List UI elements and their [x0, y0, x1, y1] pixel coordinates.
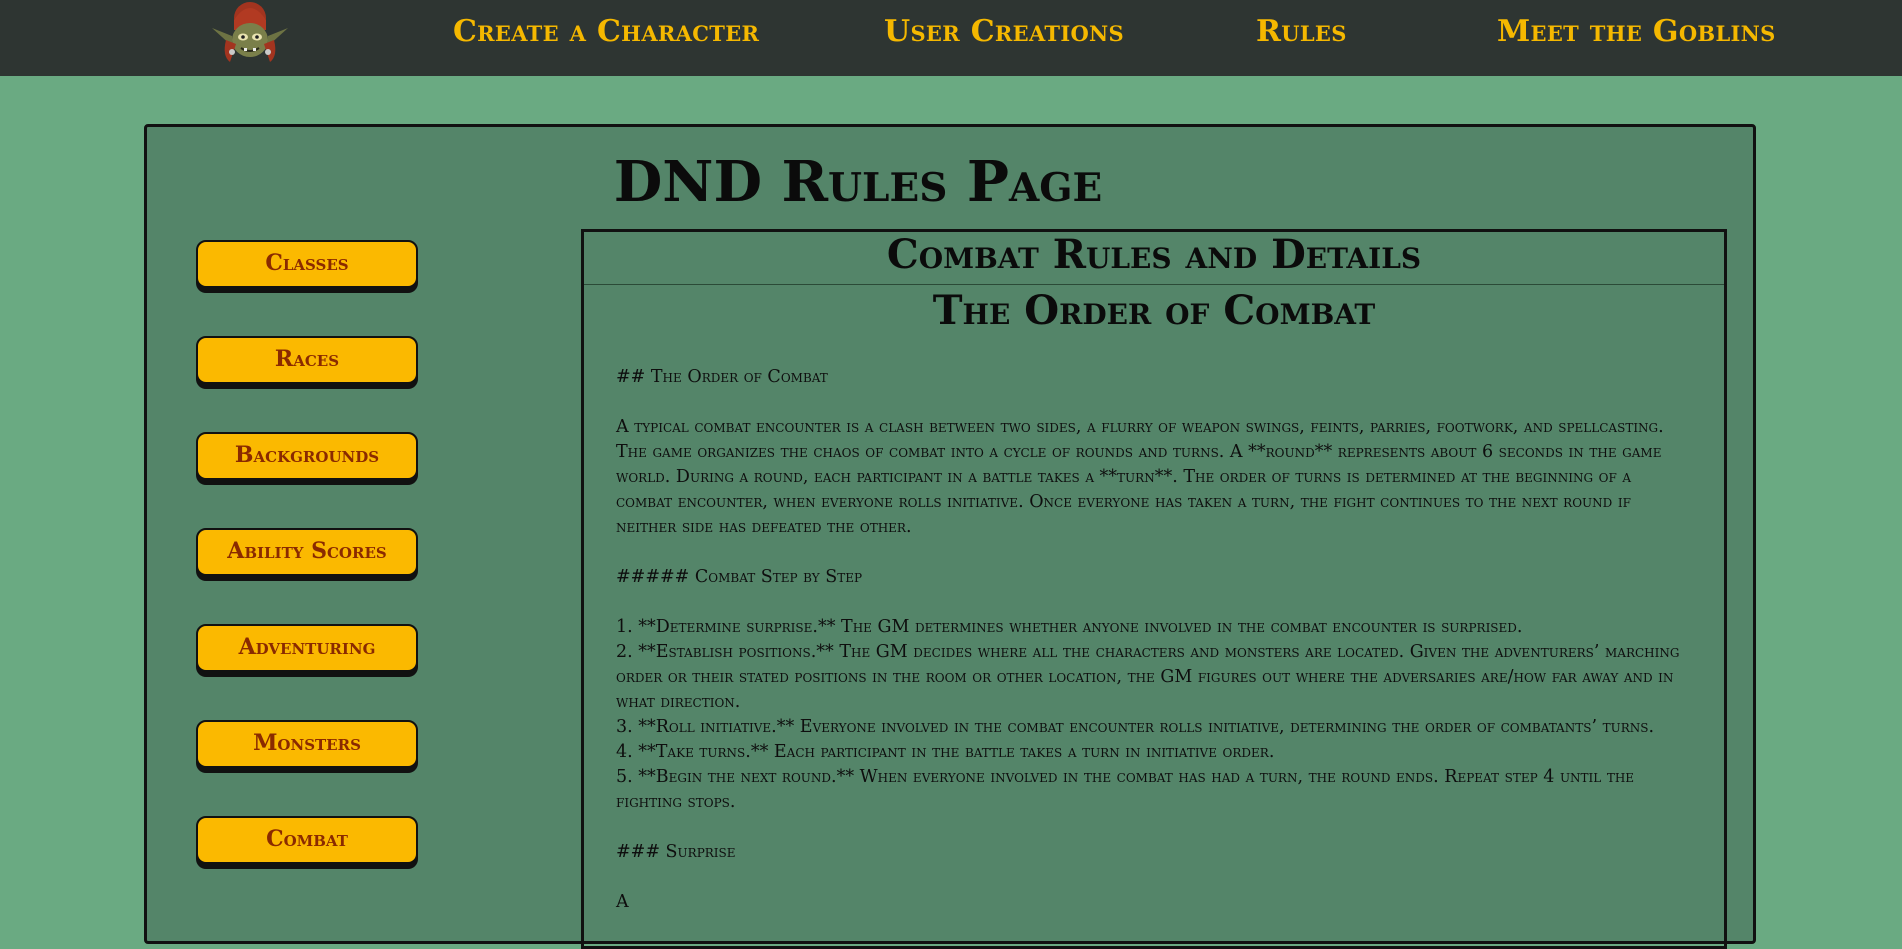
- sidebar-button-races[interactable]: Races: [196, 336, 418, 384]
- step-item: 1. **Determine surprise.** The GM determ…: [616, 617, 1523, 637]
- sidebar-button-adventuring[interactable]: Adventuring: [196, 624, 418, 672]
- nav-rules-link[interactable]: Rules: [1256, 14, 1347, 49]
- step-item: 2. **Establish positions.** The GM decid…: [616, 642, 1680, 712]
- rules-content-box[interactable]: Combat Rules and Details The Order of Co…: [581, 229, 1727, 949]
- markdown-heading-steps: ##### Combat Step by Step: [616, 567, 863, 587]
- steps-list: 1. **Determine surprise.** The GM determ…: [616, 615, 1692, 815]
- sidebar-button-classes[interactable]: Classes: [196, 240, 418, 288]
- markdown-heading-surprise: ### Surprise: [616, 842, 736, 862]
- markdown-heading-order: ## The Order of Combat: [616, 367, 828, 387]
- step-item: 5. **Begin the next round.** When everyo…: [616, 767, 1635, 812]
- sidebar-button-monsters[interactable]: Monsters: [196, 720, 418, 768]
- step-item: 4. **Take turns.** Each participant in t…: [616, 742, 1275, 762]
- content-subheader: The Order of Combat: [932, 287, 1376, 334]
- page-title: DND Rules Page: [613, 149, 1103, 215]
- nav-user-creations-link[interactable]: User Creations: [884, 14, 1124, 49]
- surprise-paragraph: A: [616, 892, 629, 912]
- sidebar-button-ability-scores[interactable]: Ability Scores: [196, 528, 418, 576]
- content-header: Combat Rules and Details: [584, 232, 1724, 285]
- sidebar-button-combat[interactable]: Combat: [196, 816, 418, 864]
- goblin-logo-icon[interactable]: [208, 0, 292, 66]
- sidebar-button-backgrounds[interactable]: Backgrounds: [196, 432, 418, 480]
- rules-panel: DND Rules Page Classes Races Backgrounds…: [144, 124, 1756, 949]
- top-navigation-bar: Create a Character User Creations Rules …: [0, 0, 1902, 76]
- rules-body-text: ## The Order of Combat A typical combat …: [584, 335, 1724, 915]
- nav-create-character-link[interactable]: Create a Character: [453, 14, 759, 49]
- nav-meet-goblins-link[interactable]: Meet the Goblins: [1497, 14, 1776, 49]
- intro-paragraph: A typical combat encounter is a clash be…: [616, 417, 1664, 537]
- step-item: 3. **Roll initiative.** Everyone involve…: [616, 717, 1655, 737]
